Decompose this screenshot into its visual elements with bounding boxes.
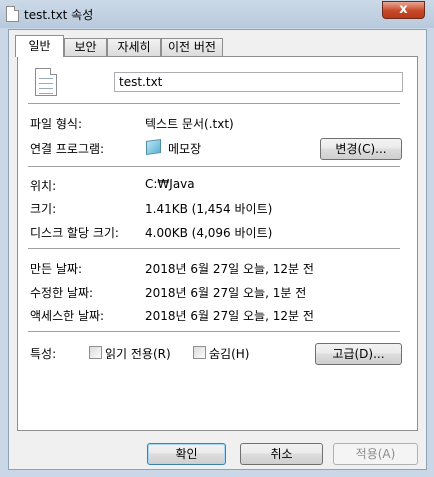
file-type-label: 파일 형식: [30, 117, 83, 131]
modified-value: 2018년 6월 27일 오늘, 1분 전 [145, 286, 307, 300]
file-type-value: 텍스트 문서(.txt) [145, 117, 234, 131]
general-tab-panel [17, 56, 418, 431]
ok-button[interactable]: 확인 [147, 443, 226, 465]
attributes-label: 특성: [30, 347, 57, 361]
apply-button[interactable]: 적용(A) [333, 443, 418, 465]
notepad-icon [146, 138, 161, 156]
accessed-value: 2018년 6월 27일 오늘, 12분 전 [145, 309, 314, 323]
opens-with-value: 메모장 [168, 142, 202, 156]
tab-security[interactable]: 보안 [64, 38, 107, 56]
created-label: 만든 날짜: [30, 262, 83, 276]
hidden-checkbox[interactable] [193, 346, 206, 359]
title-bar: test.txt 속성 x [0, 0, 434, 28]
text-file-icon [35, 68, 57, 96]
readonly-label[interactable]: 읽기 전용(R) [105, 345, 171, 362]
cancel-button[interactable]: 취소 [240, 443, 323, 465]
opens-with-label: 연결 프로그램: [30, 142, 105, 156]
size-label: 크기: [30, 202, 57, 216]
location-label: 위치: [30, 179, 57, 193]
size-value: 1.41KB (1,454 바이트) [145, 202, 273, 216]
location-value: C:₩Java [145, 177, 195, 191]
change-button[interactable]: 변경(C)... [320, 138, 402, 160]
tab-previous-versions[interactable]: 이전 버전 [161, 38, 223, 56]
text-file-icon [6, 6, 19, 22]
separator [28, 103, 400, 105]
size-on-disk-value: 4.00KB (4,096 바이트) [145, 226, 273, 240]
readonly-checkbox[interactable] [89, 346, 102, 359]
tab-general[interactable]: 일반 [15, 35, 64, 57]
advanced-button[interactable]: 고급(D)... [315, 343, 402, 365]
separator [28, 331, 400, 333]
filename-input[interactable] [114, 72, 403, 92]
window-title: test.txt 속성 [24, 8, 94, 22]
tab-details[interactable]: 자세히 [107, 38, 161, 56]
modified-label: 수정한 날짜: [30, 286, 94, 300]
accessed-label: 액세스한 날짜: [30, 309, 105, 323]
separator [28, 248, 400, 250]
close-icon: x [399, 2, 408, 17]
close-button[interactable]: x [382, 1, 425, 19]
hidden-label[interactable]: 숨김(H) [209, 345, 249, 362]
separator [28, 166, 400, 168]
created-value: 2018년 6월 27일 오늘, 12분 전 [145, 262, 314, 276]
size-on-disk-label: 디스크 할당 크기: [30, 226, 119, 240]
